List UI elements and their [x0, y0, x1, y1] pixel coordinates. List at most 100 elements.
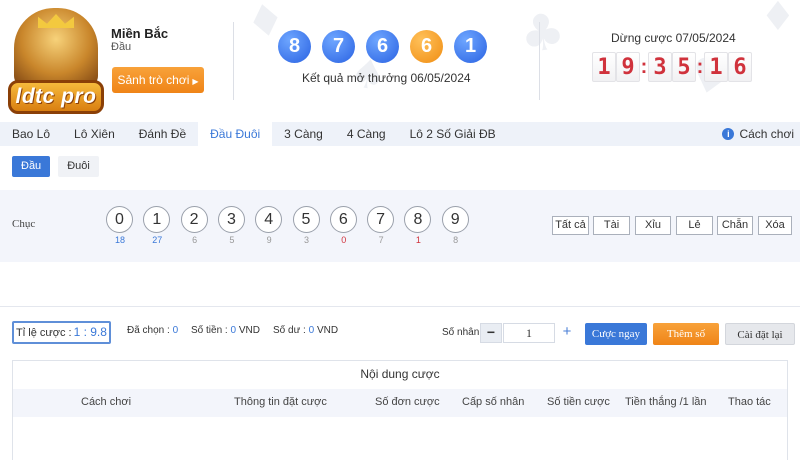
balance: Số dư : 0 VND [273, 325, 338, 336]
balance-value: 0 [308, 325, 315, 336]
countdown-timer: 19:35:16 [592, 52, 752, 82]
quick-select-button[interactable]: Tài [593, 216, 630, 235]
logo-wordmark: ldtc pro [8, 80, 104, 114]
result-ball: 8 [278, 30, 311, 63]
subtab-item[interactable]: Đầu [12, 156, 51, 177]
countdown-digit: 1 [704, 52, 728, 82]
result-ball: 1 [454, 30, 487, 63]
number-option[interactable]: 0 18 [106, 206, 134, 245]
howto-link[interactable]: i Cách chơi [722, 122, 794, 146]
howto-label: Cách chơi [739, 127, 794, 141]
selected-count: Đã chọn : 0 [127, 325, 178, 336]
watermark-decoration: ♦ [760, 0, 796, 40]
number-option[interactable]: 60 [329, 206, 358, 245]
result-ball: 6 [410, 30, 443, 63]
number-frequency: 8 [453, 235, 459, 245]
number-frequency: 1 [415, 235, 421, 245]
row-label: Chục [12, 218, 36, 230]
countdown-digit: 6 [728, 52, 752, 82]
table-header-cell: Cách chơi [81, 396, 132, 408]
table-header-cell: Số đơn cược [375, 396, 440, 408]
quick-select-button[interactable]: Lẻ [676, 216, 713, 235]
deadline-label: Dừng cược 07/05/2024 [611, 31, 736, 45]
odds-label: Tỉ lệ cược : [16, 327, 72, 339]
number-circle: 7 [367, 206, 395, 233]
subtab-item[interactable]: Đuôi [58, 156, 99, 177]
lobby-button[interactable]: Sảnh trò chơi ▶ [112, 67, 204, 93]
number-frequency: 7 [378, 235, 384, 245]
bet-now-button[interactable]: Cược ngay [585, 323, 647, 345]
selected-value: 0 [172, 325, 179, 336]
number-circle: 9 [441, 206, 469, 233]
odds-box: Tỉ lệ cược :1 : 9.8 [12, 321, 111, 344]
divider [539, 22, 540, 100]
number-option[interactable]: 81 [404, 206, 432, 245]
number-circle: 8 [404, 206, 432, 233]
number-option[interactable]: 98 [441, 206, 470, 245]
result-balls: 87661 [278, 30, 487, 63]
header: ♦ ♠ ♣ ♥ ♦ ldtc pro Miền Bắc Đầu Sảnh trò… [0, 0, 800, 122]
number-option[interactable]: 1 27 [143, 206, 171, 245]
number-circle: 0 [106, 206, 133, 233]
quick-select-button[interactable]: Xóa [758, 216, 792, 235]
multiplier-label: Số nhân : [442, 327, 485, 338]
number-circle: 4 [255, 206, 283, 233]
amount-unit: VND [238, 325, 260, 336]
game-tabs: Bao Lô Lô Xiên Đánh Đề Đầu Đuôi 3 Càng 4 Càng… [0, 122, 800, 146]
number-circle: 1 [143, 206, 171, 233]
number-option[interactable]: 77 [367, 206, 395, 245]
add-number-button[interactable]: Thêm số [653, 323, 719, 345]
number-option[interactable]: 35 [217, 206, 246, 245]
info-icon: i [722, 128, 735, 140]
amount-total: Số tiền : 0 VND [191, 325, 260, 336]
number-frequency: 27 [152, 235, 163, 245]
selected-label: Đã chọn : [127, 325, 170, 336]
table-header-cell: Cấp số nhân [462, 396, 525, 408]
quick-select-button[interactable]: Chẵn [717, 216, 753, 235]
multiplier-input[interactable]: 1 [503, 323, 555, 343]
reset-button[interactable]: Cài đặt lại [725, 323, 795, 345]
tab-item[interactable]: 3 Càng [272, 122, 335, 146]
divider [0, 306, 800, 307]
result-label: Kết quả mở thưởng 06/05/2024 [302, 71, 471, 85]
number-option[interactable]: 53 [292, 206, 321, 245]
quick-select-button[interactable]: Xỉu [635, 216, 671, 235]
tab-item[interactable]: Lô Xiên [62, 122, 127, 146]
number-frequency: 9 [266, 235, 272, 245]
divider [233, 22, 234, 100]
number-option[interactable]: 49 [255, 206, 283, 245]
region-title: Miền Bắc [111, 26, 169, 41]
lobby-button-label: Sảnh trò chơi [117, 73, 190, 87]
region-subtitle: Đầu [111, 41, 132, 53]
number-option[interactable]: 26 [180, 206, 209, 245]
multiplier-decrease-button[interactable]: − [480, 323, 502, 343]
multiplier-increase-button[interactable]: + [556, 323, 578, 343]
number-circle: 3 [217, 206, 245, 233]
bet-table-header: Cách chơi Thông tin đặt cược Số đơn cược Cấ… [13, 389, 787, 417]
amount-value: 0 [230, 325, 237, 336]
tab-item[interactable]: Đánh Đề [127, 122, 198, 146]
number-circle: 2 [180, 206, 208, 233]
tab-item[interactable]: Lô 2 Số Giải ĐB [398, 122, 508, 146]
number-frequency: 18 [114, 235, 125, 245]
bet-content-table: Nội dung cược Cách chơi Thông tin đặt cượ… [12, 360, 788, 460]
table-header-cell: Thao tác [728, 396, 771, 408]
tab-item[interactable]: Đầu Đuôi [198, 122, 273, 146]
tab-item[interactable]: 4 Càng [335, 122, 398, 146]
watermark-decoration: ♣ [516, 1, 569, 65]
balance-label: Số dư : [273, 325, 306, 336]
site-logo[interactable]: ldtc pro [8, 8, 104, 116]
quick-select-button[interactable]: Tất cả [552, 216, 589, 235]
number-circle: 6 [329, 206, 357, 233]
countdown-digit: 1 [592, 52, 616, 82]
tab-item[interactable]: Bao Lô [0, 122, 62, 146]
countdown-digit: 5 [672, 52, 696, 82]
balance-unit: VND [316, 325, 339, 336]
number-circle: 5 [292, 206, 320, 233]
sub-tabs: Đầu Đuôi [12, 156, 99, 177]
countdown-digit: 3 [648, 52, 672, 82]
result-ball: 7 [322, 30, 355, 63]
play-arrow-icon: ▶ [192, 77, 199, 86]
odds-value: 1 : 9.8 [73, 325, 107, 339]
countdown-digit: 9 [616, 52, 640, 82]
